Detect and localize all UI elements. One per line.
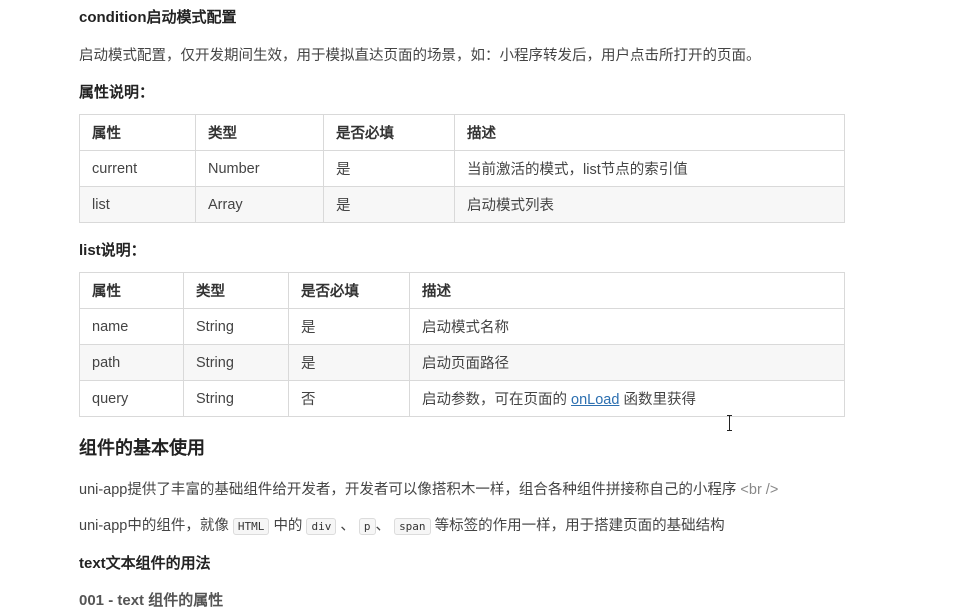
cell: 启动模式名称 [409,308,845,345]
col-header: 是否必填 [323,114,455,151]
separator: 、 [340,518,355,534]
table-row: query String 否 启动参数，可在页面的 onLoad 函数里获得 [79,380,845,417]
col-header: 是否必填 [288,272,410,309]
code-span: span [394,518,431,535]
components-paragraph-1: uni-app提供了丰富的基础组件给开发者，开发者可以像搭积木一样，组合各种组件… [79,478,778,499]
col-header: 属性 [79,114,196,151]
text-cursor-icon [727,415,733,431]
table-row: list Array 是 启动模式列表 [79,186,845,223]
components-paragraph-2: uni-app中的组件，就像 HTML 中的 div 、 p、 span 等标签… [79,514,725,535]
onload-link[interactable]: onLoad [571,392,619,408]
cell: Number [195,150,324,187]
col-header: 描述 [409,272,845,309]
code-html: HTML [232,518,270,535]
attr-heading: 属性说明： [79,84,155,101]
cell: String [183,344,289,381]
col-header: 属性 [79,272,184,309]
col-header: 类型 [183,272,289,309]
section-title-condition: condition启动模式配置 [79,9,237,26]
condition-description: 启动模式配置，仅开发期间生效，用于模拟直达页面的场景，如：小程序转发后，用户点击… [79,48,761,64]
cell: 是 [323,150,455,187]
cell: 是 [288,344,410,381]
code-div: div [306,518,337,535]
cell: name [79,308,184,345]
para2-text-a: uni-app中的组件，就像 [79,518,229,534]
col-header: 类型 [195,114,324,151]
table-row: current Number 是 当前激活的模式，list节点的索引值 [79,150,845,187]
cell: 是 [323,186,455,223]
separator: 、 [375,518,391,534]
cell: Array [195,186,324,223]
para2-text-b: 中的 [273,518,303,534]
cell: 否 [288,380,410,417]
table-header-row: 属性 类型 是否必填 描述 [79,272,845,309]
para1-text: uni-app提供了丰富的基础组件给开发者，开发者可以像搭积木一样，组合各种组件… [79,482,737,498]
cell: current [79,150,196,187]
cell: 当前激活的模式，list节点的索引值 [454,150,845,187]
list-attr-table: 属性 类型 是否必填 描述 name String 是 启动模式名称 path … [79,272,845,417]
query-desc-suffix: 函数里获得 [623,392,696,408]
br-tag-text: <br /> [740,482,779,498]
cell: 启动参数，可在页面的 onLoad 函数里获得 [409,380,845,417]
para2-text-c: 等标签的作用一样，用于搭建页面的基础结构 [434,518,725,534]
cell: String [183,308,289,345]
query-desc-prefix: 启动参数，可在页面的 [422,392,567,408]
col-header: 描述 [454,114,845,151]
cell: query [79,380,184,417]
table-row: name String 是 启动模式名称 [79,308,845,345]
cell: 是 [288,308,410,345]
condition-attr-table: 属性 类型 是否必填 描述 current Number 是 当前激活的模式，l… [79,114,845,223]
cell: list [79,186,196,223]
text-component-heading: text文本组件的用法 [79,555,211,572]
text-attr-subheading: 001 - text 组件的属性 [79,592,224,609]
cell: String [183,380,289,417]
table-header-row: 属性 类型 是否必填 描述 [79,114,845,151]
table-row: path String 是 启动页面路径 [79,344,845,381]
code-p: p [358,518,376,535]
section-title-components: 组件的基本使用 [79,438,205,458]
cell: 启动页面路径 [409,344,845,381]
list-heading: list说明： [79,242,146,259]
cell: 启动模式列表 [454,186,845,223]
cell: path [79,344,184,381]
